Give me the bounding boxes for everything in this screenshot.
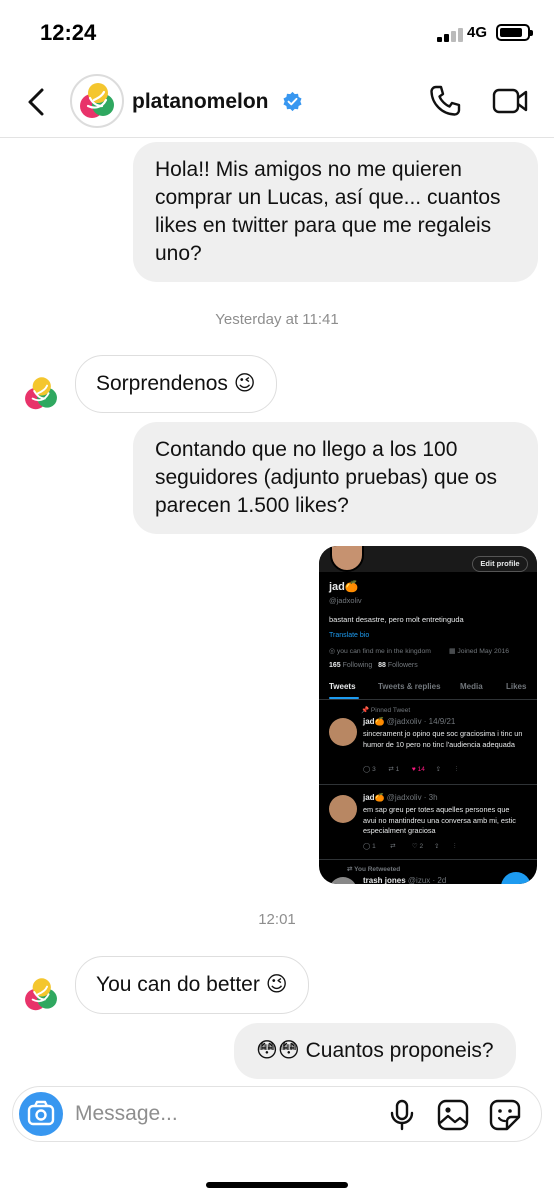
twitter-joined: ▦ Joined May 2016 — [449, 648, 510, 655]
timestamp: 12:01 — [258, 911, 296, 928]
sent-message[interactable]: Contando que no llego a los 100 seguidor… — [133, 422, 538, 534]
camera-icon[interactable] — [19, 1092, 63, 1136]
sender-avatar[interactable] — [22, 375, 60, 413]
translate-bio-link: Translate bio — [329, 632, 370, 639]
compose-tweet-button — [501, 872, 531, 884]
home-indicator[interactable] — [206, 1182, 348, 1188]
received-message[interactable]: You can do better 😉 — [75, 956, 309, 1014]
tweet-avatar — [329, 877, 357, 884]
verified-badge-icon — [282, 91, 303, 112]
tweet-avatar — [329, 795, 357, 823]
pinned-label: 📌 Pinned Tweet — [361, 707, 411, 714]
retweeted-label: ⇄ You Retweeted — [347, 866, 401, 873]
sent-message[interactable]: Hola!! Mis amigos no me quieren comprar … — [133, 142, 538, 282]
chat-header: platanomelon — [0, 66, 554, 138]
tweet-author: jad🍊 @jadxoliv · 3h — [363, 793, 438, 802]
video-camera-icon[interactable] — [492, 86, 528, 116]
tweet-author: trash jones @izux · 2d — [363, 876, 447, 884]
image-attachment[interactable]: Edit profile jad🍊 @jadxoliv bastant desa… — [319, 546, 537, 884]
profile-avatar[interactable] — [70, 74, 124, 128]
tab-likes: Likes — [506, 682, 527, 691]
phone-icon[interactable] — [428, 84, 462, 118]
status-bar: 12:24 4G — [0, 0, 554, 66]
twitter-location: ◎ you can find me in the kingdom — [329, 648, 431, 655]
gallery-icon[interactable] — [437, 1099, 469, 1131]
tab-tweets-replies: Tweets & replies — [378, 682, 441, 691]
twitter-tabs: Tweets Tweets & replies Media Likes — [319, 678, 537, 700]
tweet-actions: ◯ 3 ⇄ 1 ♥ 14 ⇪ ⫶ — [363, 766, 458, 773]
tweet-text: sincerament jo opino que soc graciosima … — [363, 729, 523, 749]
twitter-display-name: jad🍊 — [329, 581, 359, 593]
tweet-avatar — [329, 718, 357, 746]
tweet-author: jad🍊 @jadxoliv · 14/9/21 — [363, 717, 456, 726]
microphone-icon[interactable] — [387, 1099, 417, 1131]
tab-tweets: Tweets — [329, 682, 356, 691]
status-time: 12:24 — [40, 20, 97, 45]
tweet-actions: ◯ 1 ⇄ ♡ 2 ⇪ ⫶ — [363, 843, 456, 850]
tweet-text: em sap greu per totes aquelles persones … — [363, 805, 516, 835]
chat-username[interactable]: platanomelon — [132, 90, 269, 114]
edit-profile-button: Edit profile — [472, 556, 528, 572]
message-composer: Message... — [12, 1086, 542, 1142]
twitter-follow-counts: 165 Following 88 Followers — [329, 662, 418, 669]
sticker-icon[interactable] — [489, 1099, 521, 1131]
sender-avatar[interactable] — [22, 976, 60, 1014]
received-message[interactable]: Sorprendenos 😉 — [75, 355, 277, 413]
back-chevron-icon[interactable] — [22, 84, 52, 120]
battery-icon — [496, 24, 533, 41]
message-input[interactable]: Message... — [75, 1102, 178, 1126]
twitter-bio: bastant desastre, pero molt entretinguda — [329, 615, 464, 624]
timestamp: Yesterday at 11:41 — [215, 311, 339, 328]
sent-message[interactable]: 😳😳 Cuantos proponeis? — [234, 1023, 516, 1079]
tab-media: Media — [460, 682, 483, 691]
signal-strength-icon — [437, 26, 463, 42]
twitter-handle: @jadxoliv — [329, 596, 362, 605]
network-type: 4G — [467, 24, 488, 41]
